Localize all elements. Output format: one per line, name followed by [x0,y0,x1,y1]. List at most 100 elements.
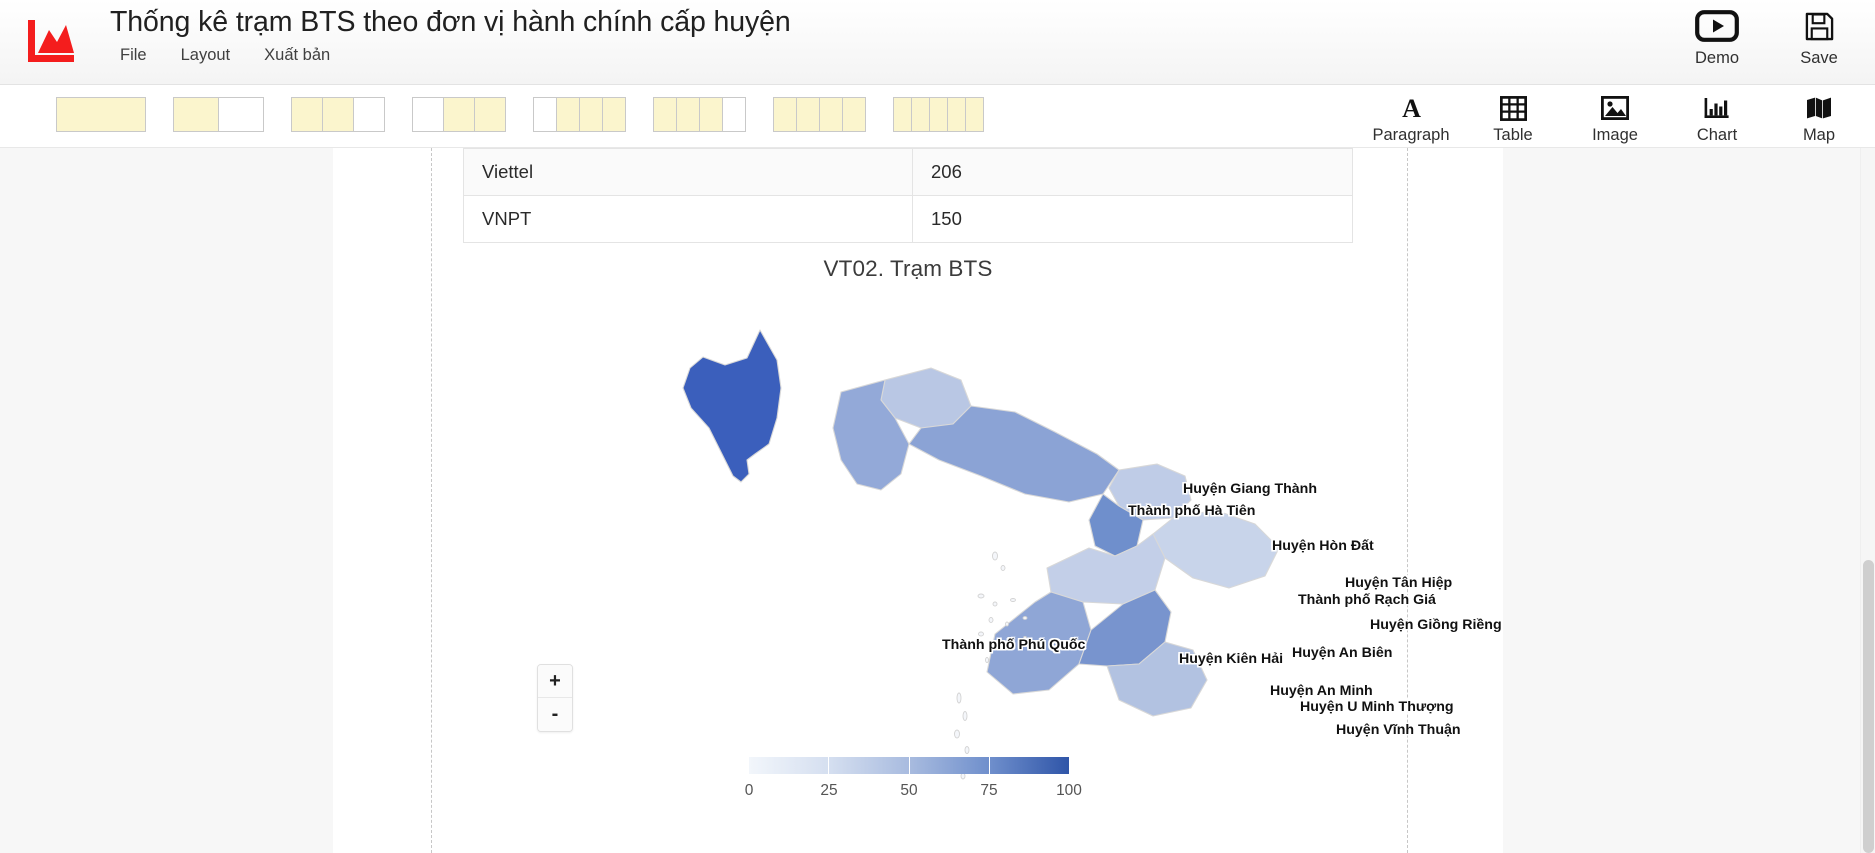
map-widget[interactable]: VT02. Trạm BTS Thành phố Phú QuốcHuyện G… [463,240,1353,853]
map-islet [955,730,960,738]
table-row[interactable]: VNPT 150 [464,196,1353,243]
layout-cell [291,97,323,132]
scrollbar-thumb[interactable] [1863,560,1874,853]
demo-button[interactable]: Demo [1671,4,1763,68]
tool-paragraph-label: Paragraph [1372,126,1449,145]
table-cell-operator: Viettel [464,149,913,196]
layout-preset-layout-4-col-all[interactable] [773,97,865,132]
layout-cell [602,97,626,132]
tool-map-label: Map [1803,126,1835,145]
picture-icon [1601,93,1629,123]
layout-cell [911,97,930,132]
tool-paragraph[interactable]: A Paragraph [1365,87,1457,145]
map-color-legend: 0255075100 [749,757,1069,804]
layout-cell [353,97,385,132]
choropleth-map[interactable] [463,292,1353,792]
app-header: Thống kê trạm BTS theo đơn vị hành chính… [0,0,1875,85]
layout-preset-layout-1-column[interactable] [56,97,145,132]
legend-tick: 25 [820,782,837,800]
map-islet [1024,637,1027,640]
map-zoom-out-button[interactable]: - [538,698,572,731]
layout-preset-layout-2-col-left[interactable] [173,97,263,132]
map-zoom-in-button[interactable]: + [538,665,572,698]
table-cell-count: 150 [913,196,1353,243]
layout-cell [322,97,354,132]
layout-cell [474,97,506,132]
legend-segment [990,757,1069,774]
toolbar: A Paragraph Table [0,85,1875,148]
menu-item-layout[interactable]: Layout [179,44,233,67]
insert-tool-group: A Paragraph Table [1365,87,1865,145]
map-zoom-control[interactable]: + - [537,664,573,732]
map-title: VT02. Trạm BTS [463,256,1353,282]
table-cell-operator: VNPT [464,196,913,243]
layout-cell [653,97,677,132]
map-region-label: Huyện Tân Hiệp [1345,575,1452,591]
map-islet [1001,566,1005,571]
menu-item-xuat-ban[interactable]: Xuất bản [262,44,332,67]
layout-cell [965,97,984,132]
tool-map[interactable]: Map [1773,87,1865,145]
layout-cell [579,97,603,132]
tool-table[interactable]: Table [1467,87,1559,145]
layout-preset-layout-4-col-left3[interactable] [653,97,745,132]
map-islet [999,644,1003,648]
menu-item-file[interactable]: File [118,44,149,67]
layout-preset-layout-3-col-left2[interactable] [291,97,384,132]
svg-text:A: A [1402,95,1421,122]
legend-colorbar [749,757,1069,774]
layout-cell [893,97,912,132]
legend-tick: 50 [900,782,917,800]
map-region[interactable] [1153,510,1279,588]
map-islet [989,618,993,623]
map-islet [993,602,997,606]
layout-cell [947,97,966,132]
layout-cell [819,97,843,132]
map-islet [957,693,961,703]
layout-cell [929,97,948,132]
layout-cell [676,97,700,132]
map-islet [979,632,984,636]
map-islet [963,712,967,721]
legend-segment [910,757,990,774]
layout-cell [842,97,866,132]
legend-tick: 75 [980,782,997,800]
page-sheet: Viettel 206 VNPT 150 VT02. Trạm BTS [333,148,1503,853]
tool-chart[interactable]: Chart [1671,87,1763,145]
layout-preset-layout-5-col-all[interactable] [893,97,983,132]
demo-label: Demo [1695,49,1739,68]
tool-image[interactable]: Image [1569,87,1661,145]
map-region-label: Huyện Vĩnh Thuận [1336,722,1461,738]
table-row[interactable]: Viettel 206 [464,149,1353,196]
map-region[interactable] [987,592,1091,694]
document-workspace: Viettel 206 VNPT 150 VT02. Trạm BTS [0,148,1875,853]
layout-cell [412,97,444,132]
legend-tick: 0 [745,782,754,800]
layout-cell [56,97,146,132]
vertical-scrollbar[interactable] [1860,148,1875,853]
layout-preset-group [56,97,983,132]
layout-cell [556,97,580,132]
map-islet [965,747,969,754]
layout-cell [443,97,475,132]
tool-chart-label: Chart [1697,126,1737,145]
layout-preset-layout-3-col-right2[interactable] [412,97,505,132]
layout-preset-layout-4-col-right3[interactable] [533,97,625,132]
map-region[interactable] [683,330,781,482]
layout-cell [173,97,219,132]
layout-cell [773,97,797,132]
letter-a-icon: A [1398,93,1425,123]
bar-chart-icon [1703,93,1731,123]
save-button[interactable]: Save [1773,4,1865,68]
page-title: Thống kê trạm BTS theo đơn vị hành chính… [110,6,791,39]
map-islet [1011,599,1016,602]
map-region-label: Huyện Giồng Riềng [1370,617,1502,633]
legend-tick: 100 [1056,782,1082,800]
mountain-chart-logo-icon[interactable] [26,18,76,64]
map-islet [978,594,984,598]
legend-segment [829,757,909,774]
layout-cell [699,97,723,132]
page-content-area: Viettel 206 VNPT 150 VT02. Trạm BTS [431,148,1408,853]
folded-map-icon [1805,93,1833,123]
floppy-disk-icon [1804,8,1835,44]
